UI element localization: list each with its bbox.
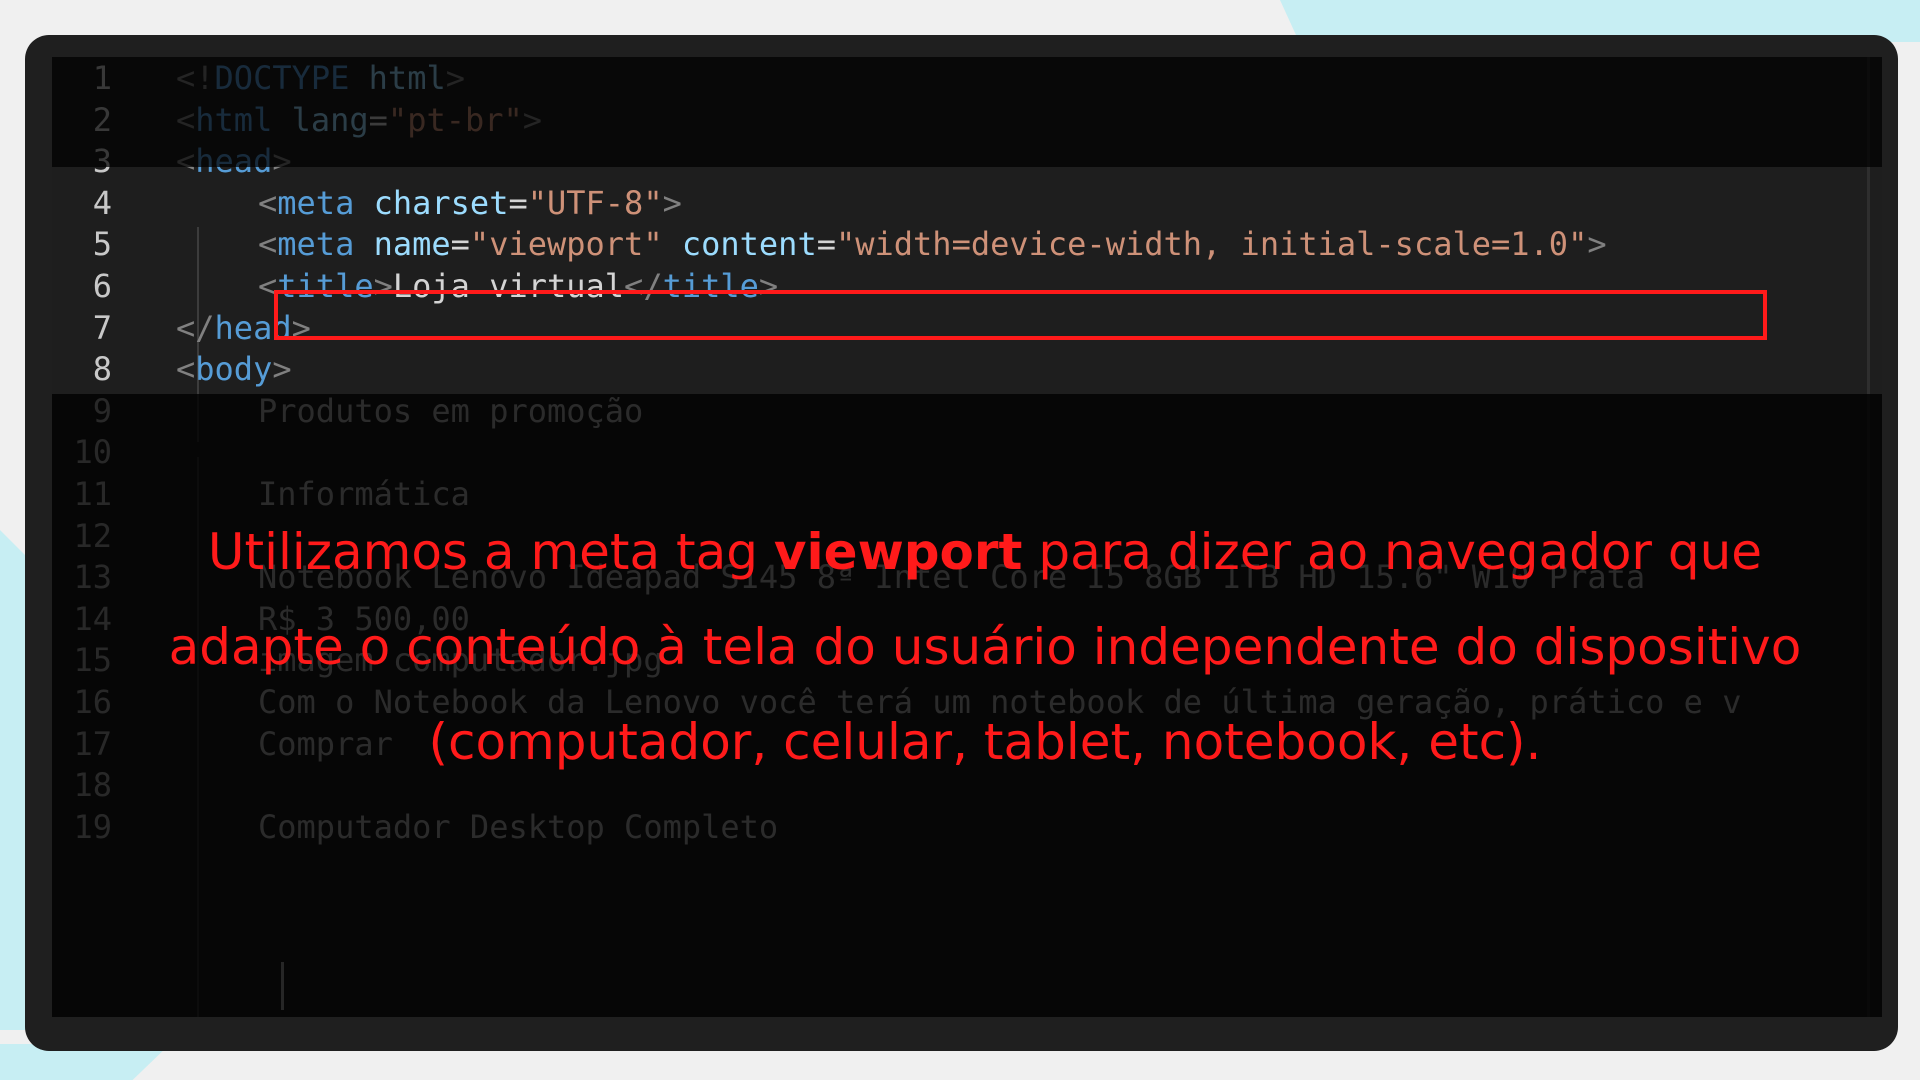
code-token: > (1587, 225, 1607, 264)
caption-before: Utilizamos a meta tag (207, 523, 774, 581)
caption-text: Utilizamos a meta tag viewport para dize… (115, 505, 1855, 790)
code-token: charset (373, 183, 509, 222)
code-token: = (816, 225, 836, 264)
code-token: < (176, 350, 196, 389)
code-token: = (450, 225, 470, 264)
code-token: "UTF-8" (527, 183, 663, 222)
code-token: </ (176, 308, 215, 347)
caption-bold: viewport (773, 523, 1023, 581)
code-token: content (681, 225, 817, 264)
code-token: meta (277, 183, 355, 222)
code-token: > (662, 183, 682, 222)
code-token: body (195, 350, 273, 389)
code-token: "width=device-width, initial-scale=1.0" (835, 225, 1588, 264)
viewport-highlight-box (274, 290, 1767, 340)
code-token: meta (277, 225, 355, 264)
code-token: > (272, 350, 292, 389)
code-token: < (258, 225, 278, 264)
dim-overlay-top (52, 57, 1882, 167)
code-token: < (258, 183, 278, 222)
code-token: "viewport" (469, 225, 663, 264)
slide-frame: 1<!DOCTYPE html>2<html lang="pt-br">3<he… (25, 35, 1898, 1051)
code-token: = (508, 183, 528, 222)
code-token: name (373, 225, 451, 264)
